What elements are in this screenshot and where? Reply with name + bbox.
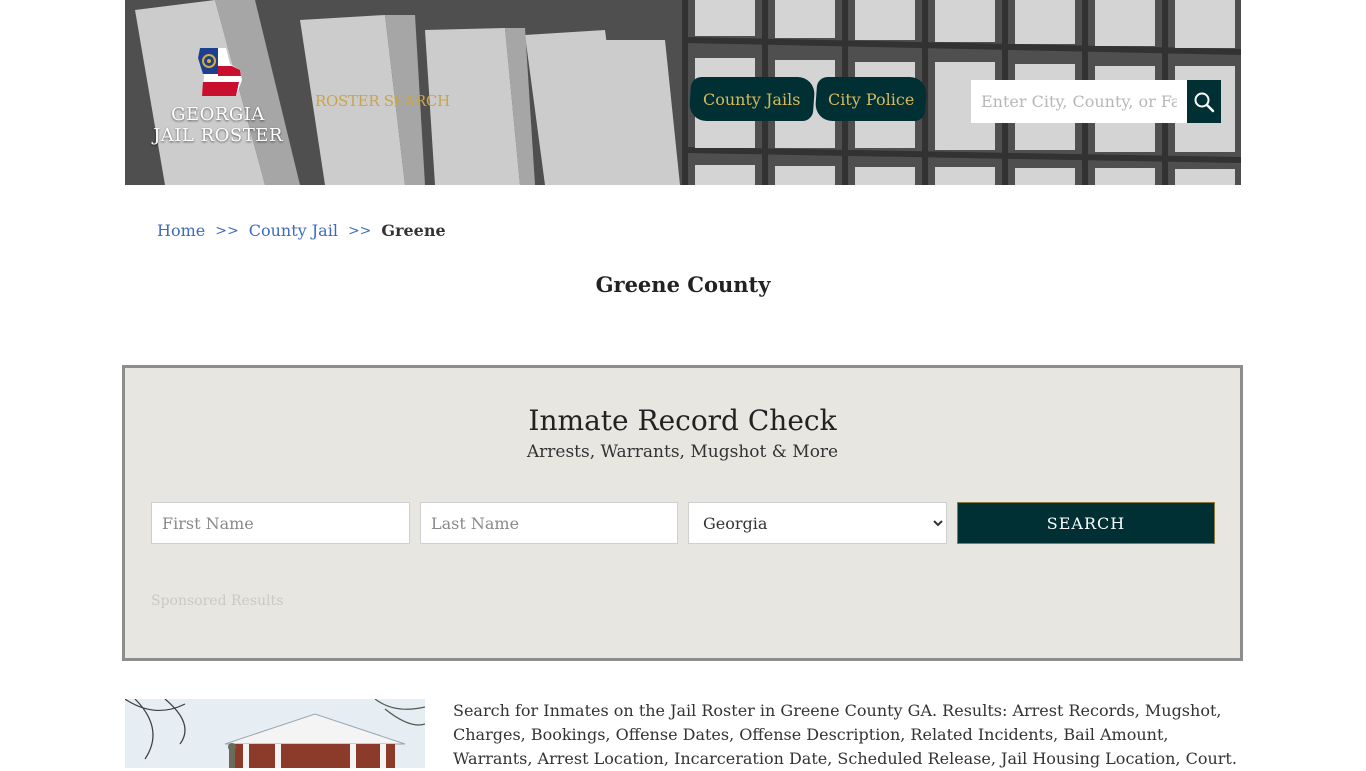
roster-search-link[interactable]: ROSTER SEARCH	[315, 92, 450, 110]
state-select[interactable]: Georgia	[688, 502, 947, 544]
sponsored-results-label: Sponsored Results	[151, 593, 284, 609]
record-check-subtitle: Arrests, Warrants, Mugshot & More	[526, 442, 839, 462]
first-name-field[interactable]	[151, 502, 410, 544]
county-description: Search for Inmates on the Jail Roster in…	[453, 701, 1237, 768]
search-button[interactable]: SEARCH	[957, 502, 1215, 544]
breadcrumb-separator: >>	[347, 222, 372, 239]
nav-city-police-label: City Police	[827, 89, 915, 109]
breadcrumb-current: Greene	[381, 221, 446, 240]
inmate-record-check-panel: Inmate Record Check Arrests, Warrants, M…	[122, 365, 1243, 661]
search-icon	[1194, 92, 1215, 112]
courthouse-image	[125, 699, 425, 768]
courthouse-photo	[125, 699, 425, 768]
nav-county-jails-label: County Jails	[703, 89, 801, 109]
breadcrumb-county-jail[interactable]: County Jail	[249, 221, 338, 240]
page-title: Greene County	[595, 272, 771, 297]
breadcrumb-home[interactable]: Home	[157, 221, 205, 240]
breadcrumb: Home >> County Jail >> Greene	[157, 221, 446, 240]
breadcrumb-separator: >>	[215, 222, 239, 239]
facility-search-input[interactable]	[971, 80, 1187, 123]
header-banner: GEORGIA JAIL ROSTER ROSTER SEARCH County…	[125, 0, 1241, 185]
logo-line-2: JAIL ROSTER	[153, 125, 283, 146]
nav-city-police[interactable]: City Police	[814, 77, 928, 121]
logo-line-1: GEORGIA	[171, 104, 265, 125]
record-check-title: Inmate Record Check	[528, 404, 837, 437]
nav-county-jails[interactable]: County Jails	[688, 77, 816, 121]
georgia-state-flag-icon	[198, 48, 242, 96]
facility-search-button[interactable]	[1187, 80, 1221, 123]
site-logo[interactable]: GEORGIA JAIL ROSTER	[153, 46, 283, 166]
last-name-field[interactable]	[420, 502, 678, 544]
